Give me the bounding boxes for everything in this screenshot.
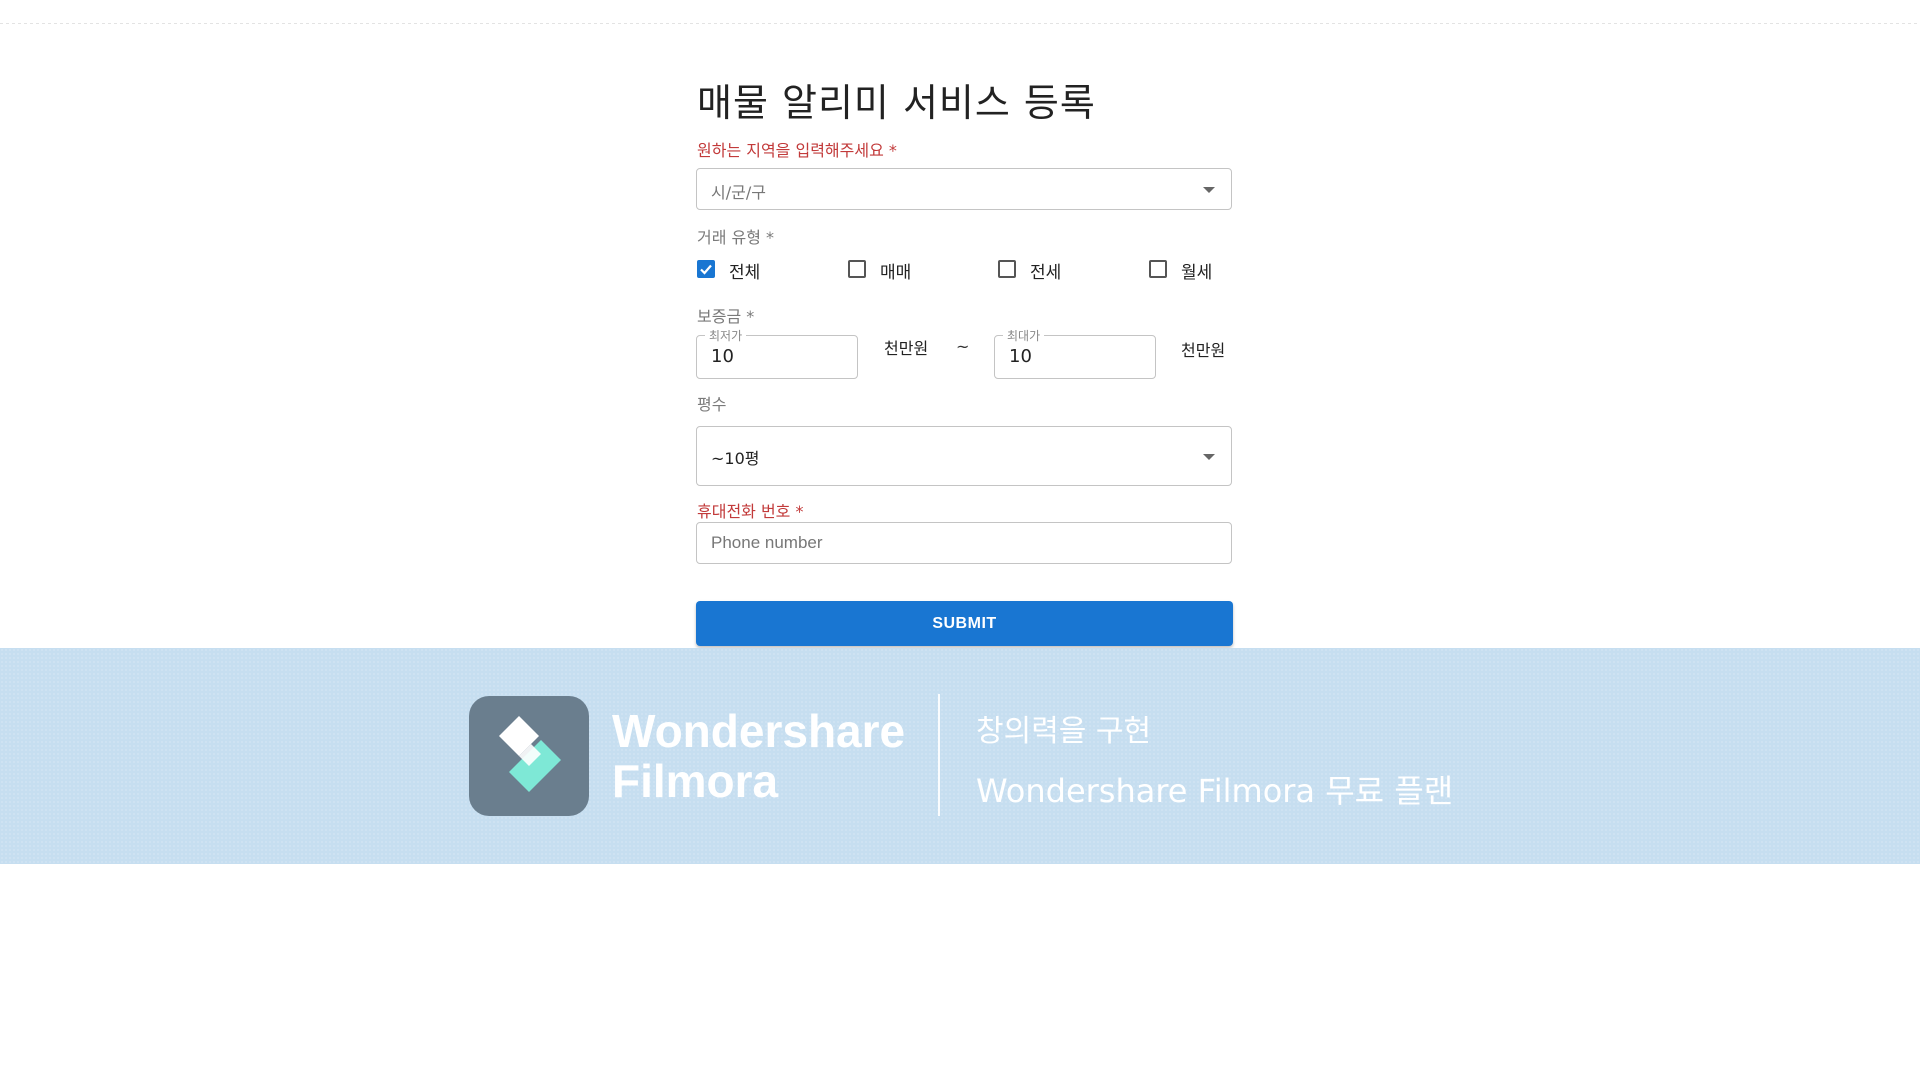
submit-button[interactable]: SUBMIT xyxy=(696,601,1233,646)
trade-type-option-label: 전세 xyxy=(1030,263,1062,283)
range-separator: ~ xyxy=(956,337,970,356)
phone-input[interactable] xyxy=(696,522,1232,564)
watermark-brand-line1: Wondershare xyxy=(612,705,906,757)
watermark-banner: Wondershare Filmora 창의력을 구현 Wondershare … xyxy=(0,648,1920,864)
region-label: 원하는 지역을 입력해주세요 * xyxy=(697,141,897,160)
caret-down-icon xyxy=(1203,187,1215,193)
checkbox-icon[interactable] xyxy=(998,260,1016,278)
area-select[interactable]: ~10평 xyxy=(696,426,1232,486)
watermark-plan: Wondershare Filmora 무료 플랜 xyxy=(976,772,1454,810)
checkbox-icon[interactable] xyxy=(848,260,866,278)
checkbox-icon[interactable] xyxy=(1149,260,1167,278)
region-select-value: 시/군/구 xyxy=(711,183,766,202)
deposit-min-unit: 천만원 xyxy=(884,339,929,358)
watermark-brand-line2: Filmora xyxy=(612,755,779,807)
watermark-brand: Wondershare Filmora xyxy=(612,706,905,806)
area-select-value: ~10평 xyxy=(711,449,760,468)
checkbox-checked-icon[interactable] xyxy=(697,260,715,278)
top-divider xyxy=(0,23,1920,24)
trade-type-option-label: 매매 xyxy=(880,263,912,283)
deposit-min-legend: 최저가 xyxy=(705,327,747,344)
page-title: 매물 알리미 서비스 등록 xyxy=(697,81,1096,125)
deposit-max-value[interactable]: 10 xyxy=(1009,346,1032,367)
deposit-min-value[interactable]: 10 xyxy=(711,346,734,367)
area-label: 평수 xyxy=(697,395,727,414)
deposit-max-unit: 천만원 xyxy=(1181,341,1226,360)
region-select[interactable]: 시/군/구 xyxy=(696,168,1232,210)
filmora-logo-icon xyxy=(469,696,589,816)
trade-type-option-label: 전체 xyxy=(729,263,761,283)
watermark-tagline: 창의력을 구현 xyxy=(976,714,1152,749)
watermark-divider xyxy=(938,694,940,816)
deposit-max-legend: 최대가 xyxy=(1003,327,1045,344)
deposit-label: 보증금 * xyxy=(697,307,755,326)
trade-type-option-label: 월세 xyxy=(1181,263,1213,283)
deposit-min-field[interactable]: 최저가 10 xyxy=(696,327,858,379)
deposit-max-field[interactable]: 최대가 10 xyxy=(994,327,1156,379)
phone-label: 휴대전화 번호 * xyxy=(697,502,804,521)
trade-type-label: 거래 유형 * xyxy=(697,228,775,247)
caret-down-icon xyxy=(1203,454,1215,460)
